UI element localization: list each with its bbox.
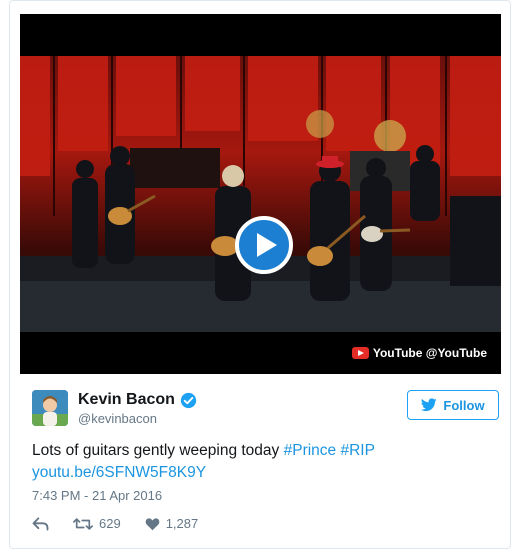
twitter-bird-icon (421, 398, 438, 412)
video-thumbnail[interactable] (20, 56, 501, 332)
video-embed[interactable]: YouTube @YouTube (20, 14, 501, 374)
tweet-text-plain: Lots of guitars gently weeping today (32, 442, 280, 459)
avatar[interactable] (32, 390, 68, 426)
tweet-header: Kevin Bacon @kevinbacon Follow (32, 390, 502, 430)
tweet-card: YouTube @YouTube Kevin Bacon @kevinbacon (9, 0, 511, 549)
reply-icon (32, 516, 49, 531)
hashtag-prince[interactable]: #Prince (284, 442, 337, 459)
tweet-link[interactable]: youtu.be/6SFNW5F8K9Y (32, 464, 206, 481)
play-button[interactable] (235, 216, 293, 274)
youtube-logo-icon (351, 347, 369, 359)
youtube-attribution-text: YouTube @YouTube (372, 346, 487, 360)
retweet-button[interactable]: 629 (73, 516, 121, 531)
follow-button[interactable]: Follow (407, 390, 499, 420)
youtube-attribution[interactable]: YouTube @YouTube (351, 344, 487, 362)
verified-badge-icon (180, 392, 197, 408)
author-handle[interactable]: @kevinbacon (78, 411, 157, 426)
retweet-icon (73, 517, 93, 530)
play-icon (257, 233, 277, 257)
like-count: 1,287 (165, 516, 199, 531)
tweet-actions: 629 1,287 (32, 516, 198, 531)
heart-icon (145, 517, 160, 530)
reply-button[interactable] (32, 516, 49, 531)
author-name-row: Kevin Bacon (78, 391, 197, 409)
concert-stage-image (20, 56, 501, 332)
tweet-timestamp[interactable]: 7:43 PM - 21 Apr 2016 (32, 488, 162, 503)
follow-button-label: Follow (443, 397, 485, 413)
hashtag-rip[interactable]: #RIP (340, 442, 374, 459)
like-button[interactable]: 1,287 (145, 516, 199, 531)
avatar-image (32, 390, 68, 426)
author-name[interactable]: Kevin Bacon (78, 391, 175, 409)
retweet-count: 629 (99, 516, 121, 531)
tweet-text: Lots of guitars gently weeping today #Pr… (32, 440, 492, 484)
